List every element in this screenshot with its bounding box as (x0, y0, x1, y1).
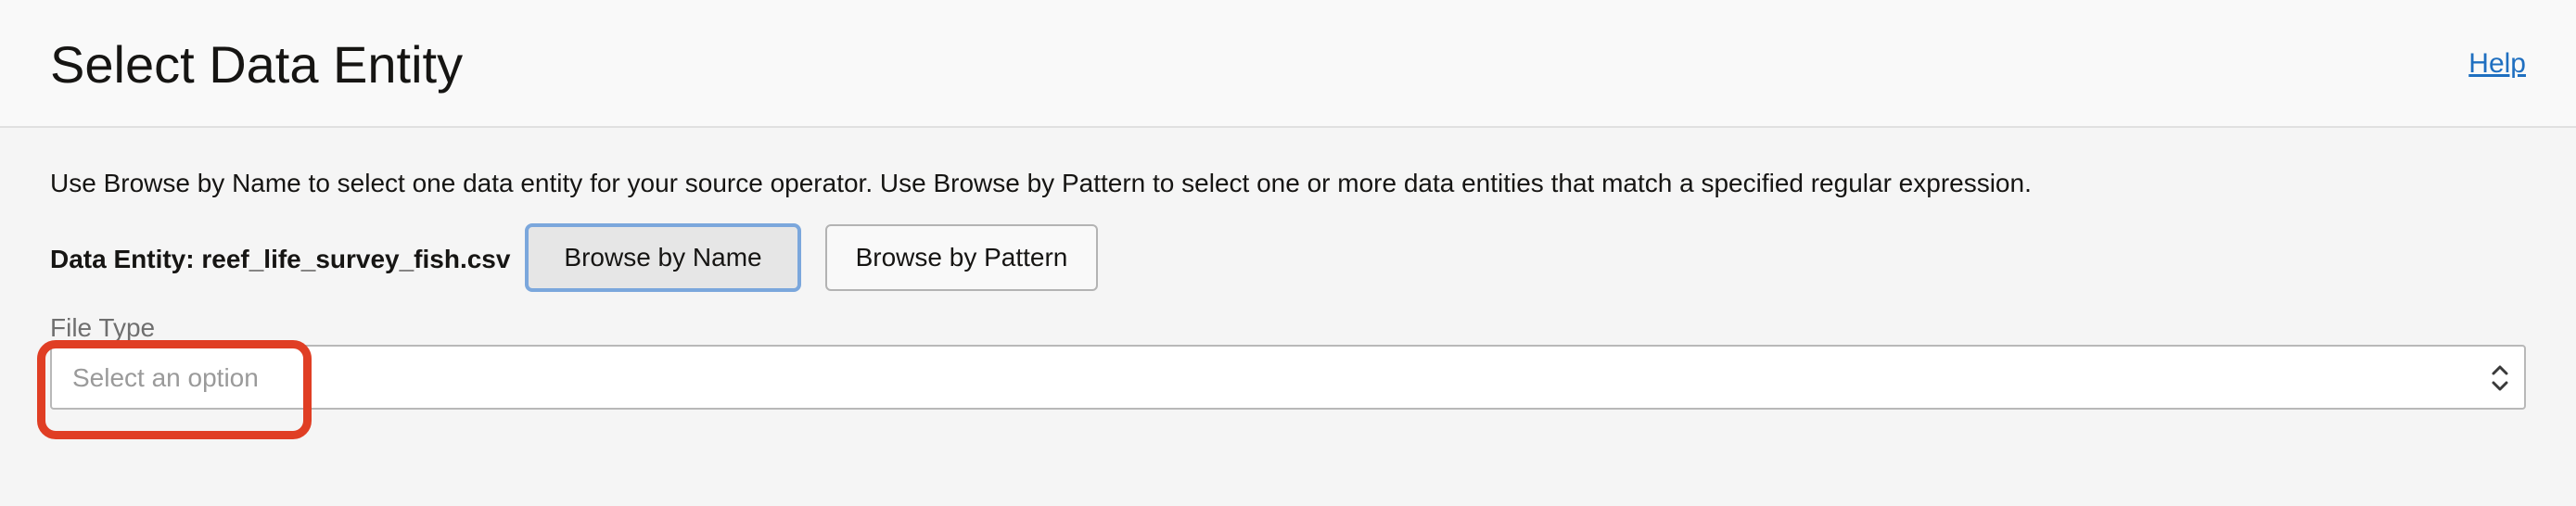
file-type-label: File Type (50, 313, 156, 342)
browse-by-pattern-button[interactable]: Browse by Pattern (825, 224, 1098, 291)
file-type-select[interactable]: Select an option (50, 345, 2526, 410)
page-header: Select Data Entity Help (0, 0, 2576, 128)
data-entity-label: Data Entity: reef_life_survey_fish.csv (50, 245, 511, 273)
instructions-text: Use Browse by Name to select one data en… (50, 169, 2032, 197)
help-link[interactable]: Help (2468, 46, 2526, 82)
file-type-placeholder: Select an option (72, 363, 259, 392)
browse-by-name-button[interactable]: Browse by Name (525, 223, 801, 292)
chevron-up-down-icon (2489, 360, 2511, 397)
page-title: Select Data Entity (50, 35, 464, 94)
